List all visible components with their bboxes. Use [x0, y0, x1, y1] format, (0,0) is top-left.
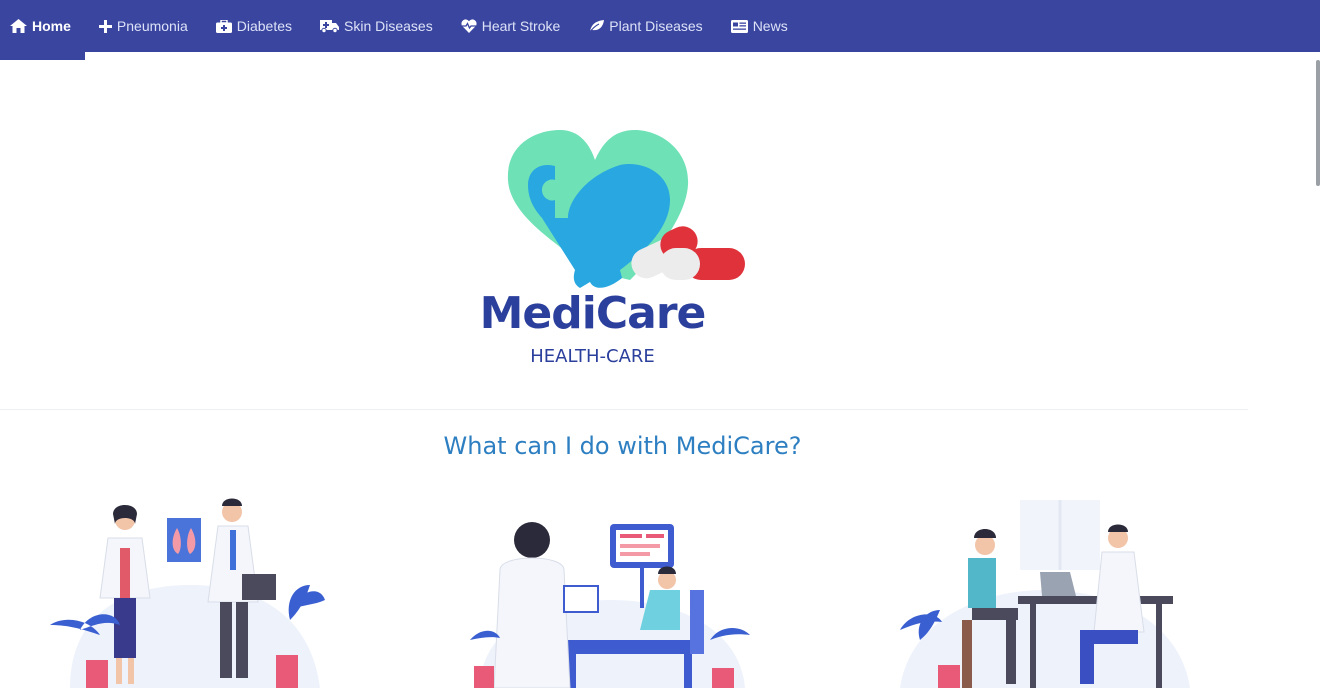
newspaper-icon: [730, 19, 748, 33]
section-heading: What can I do with MediCare?: [443, 432, 802, 460]
ambulance-icon: [320, 20, 339, 33]
scrollbar-thumb[interactable]: [1316, 60, 1320, 186]
heartbeat-icon: [461, 19, 477, 33]
brand-name: MediCare: [479, 288, 707, 339]
nav-news[interactable]: News: [717, 0, 802, 52]
plus-icon: [98, 19, 112, 33]
nav-skin-diseases-label: Skin Diseases: [344, 18, 433, 34]
nav-diabetes-label: Diabetes: [236, 18, 292, 34]
leaf-icon: [588, 20, 605, 33]
medkit-icon: [215, 19, 232, 33]
nav-home[interactable]: Home: [0, 0, 85, 52]
section-divider: [0, 409, 1248, 410]
nav-pneumonia[interactable]: Pneumonia: [85, 0, 202, 52]
nav-heart-stroke[interactable]: Heart Stroke: [447, 0, 575, 52]
doctor-consultation-illustration: [900, 500, 1190, 688]
nav-news-label: News: [752, 18, 788, 34]
top-navbar: Home Pneumonia Diabetes Skin Diseases He…: [0, 0, 1320, 52]
home-icon: [10, 19, 27, 33]
active-tab-indicator: [0, 52, 85, 60]
brand-tagline: HEALTH-CARE: [530, 346, 655, 367]
doctor-patient-bed-illustration: [470, 522, 750, 688]
nav-skin-diseases[interactable]: Skin Diseases: [306, 0, 447, 52]
nav-pneumonia-label: Pneumonia: [116, 18, 188, 34]
nav-diabetes[interactable]: Diabetes: [202, 0, 306, 52]
nav-plant-diseases-label: Plant Diseases: [609, 18, 703, 34]
medicare-logo: [507, 130, 745, 288]
doctors-lung-xray-illustration: [50, 498, 325, 688]
nav-plant-diseases[interactable]: Plant Diseases: [574, 0, 716, 52]
nav-home-label: Home: [32, 18, 71, 34]
nav-heart-stroke-label: Heart Stroke: [481, 18, 561, 34]
